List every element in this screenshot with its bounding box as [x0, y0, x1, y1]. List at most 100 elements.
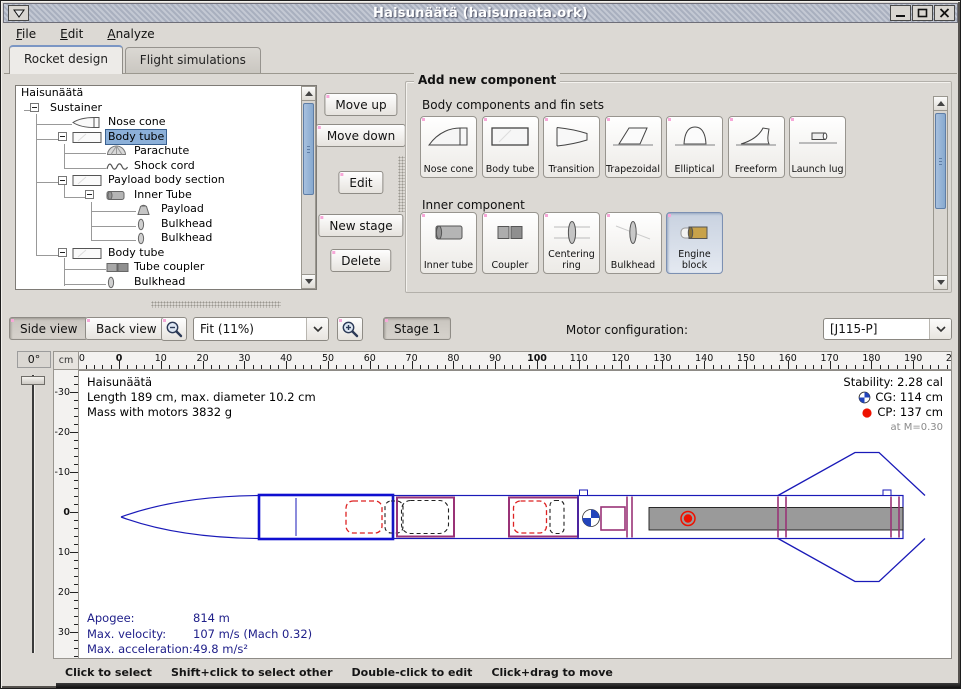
tree-item-label[interactable]: Inner Tube — [132, 188, 194, 203]
ruler-tick — [70, 392, 78, 393]
tree-item-label[interactable]: Bulkhead — [132, 275, 187, 290]
flight-summary: Apogee:814 mMax. velocity:107 m/s (Mach … — [87, 611, 312, 658]
tab-flight-simulations[interactable]: Flight simulations — [125, 47, 261, 74]
add-launch-lug-button[interactable]: Launch lug — [789, 116, 846, 178]
tree-scroll-down[interactable] — [302, 274, 315, 288]
tree-item-label[interactable]: Body tube — [106, 246, 166, 261]
zoom-level-select[interactable]: Fit (11%) — [193, 317, 329, 341]
parachute-2-outline — [514, 501, 547, 533]
edit-button[interactable]: Edit — [338, 171, 383, 194]
ruler-tick — [74, 528, 78, 529]
zoom-out-button[interactable] — [161, 317, 187, 341]
ruler-tick — [74, 440, 78, 441]
component-scroll-up[interactable] — [934, 97, 947, 111]
add-elliptical-button[interactable]: Elliptical — [666, 116, 723, 178]
tree-row[interactable]: Bulkhead — [16, 231, 300, 246]
new-stage-button[interactable]: New stage — [318, 214, 403, 237]
tree-item-label[interactable]: Payload — [159, 202, 206, 217]
tree-row[interactable]: Bulkhead — [16, 217, 300, 232]
tree-row[interactable]: Payload body section — [16, 173, 300, 188]
horizontal-splitter[interactable] — [151, 301, 281, 308]
tree-item-label[interactable]: Parachute — [132, 144, 191, 159]
back-view-button[interactable]: Back view — [85, 317, 168, 340]
add-engine-block-button[interactable]: Engine block — [666, 212, 723, 274]
tree-item-label[interactable]: Nose cone — [106, 115, 167, 130]
menu-file[interactable]: File — [4, 25, 48, 43]
motor-configuration-select[interactable]: [J115-P] — [823, 318, 952, 340]
rocket-view-canvas[interactable]: Haisunäätä Length 189 cm, max. diameter … — [79, 370, 952, 659]
tree-row[interactable]: Bulkhead — [16, 275, 300, 290]
ruler-label: 100 — [524, 353, 550, 364]
tree-row[interactable]: Inner Tube — [16, 188, 300, 203]
add-trapezoidal-button[interactable]: Trapezoidal — [605, 116, 662, 178]
ruler-label: 90 — [482, 353, 508, 364]
zoom-in-button[interactable] — [337, 317, 363, 341]
tree-scrollbar[interactable] — [301, 86, 316, 289]
move-up-button[interactable]: Move up — [324, 93, 397, 116]
tree-scrollbar-thumb[interactable] — [303, 103, 314, 195]
tree-row[interactable]: Tube coupler — [16, 260, 300, 275]
tree-row[interactable]: Sustainer — [16, 101, 300, 116]
move-down-button[interactable]: Move down — [316, 124, 406, 147]
rotation-slider-track[interactable] — [32, 375, 34, 653]
add-coupler-button[interactable]: Coupler — [482, 212, 539, 274]
tree-expander-icon[interactable] — [58, 132, 67, 141]
vertical-splitter[interactable] — [398, 156, 405, 212]
tree-expander-icon[interactable] — [85, 190, 94, 199]
delete-button[interactable]: Delete — [330, 249, 391, 272]
ruler-tick — [504, 365, 505, 369]
ruler-tick — [487, 365, 488, 369]
tree-expander-icon[interactable] — [30, 103, 39, 112]
menu-edit[interactable]: Edit — [48, 25, 95, 43]
tree-item-label[interactable]: Haisunäätä — [19, 86, 85, 101]
tree-expander-icon[interactable] — [58, 248, 67, 257]
titlebar[interactable]: Haisunäätä (haisunaata.ork) — [3, 3, 958, 23]
tree-item-label[interactable]: Sustainer — [48, 101, 104, 116]
add-inner-tube-button[interactable]: Inner tube — [420, 212, 477, 274]
ruler-tick — [178, 365, 179, 369]
close-button[interactable] — [934, 5, 955, 21]
ruler-tick — [144, 365, 145, 369]
tree-connector — [64, 258, 65, 286]
component-scrollbar[interactable] — [933, 96, 948, 290]
tree-connector — [91, 226, 136, 227]
add-freeform-button[interactable]: Freeform — [728, 116, 785, 178]
tree-expander-icon[interactable] — [58, 176, 67, 185]
tree-row[interactable]: Body tube — [16, 130, 300, 145]
tree-item-label[interactable]: Body tube — [106, 130, 166, 145]
add-centering-ring-button[interactable]: Centering ring — [543, 212, 600, 274]
ruler-tick — [74, 504, 78, 505]
add-nose-cone-button[interactable]: Nose cone — [420, 116, 477, 178]
component-scrollbar-thumb[interactable] — [935, 113, 946, 209]
menu-analyze[interactable]: Analyze — [95, 25, 166, 43]
maximize-button[interactable] — [912, 5, 933, 21]
tree-row[interactable]: Haisunäätä — [16, 86, 300, 101]
status-hint: Click to select — [65, 666, 152, 679]
component-scroll-down[interactable] — [934, 275, 947, 289]
tree-item-label[interactable]: Tube coupler — [132, 260, 206, 275]
tree-row[interactable]: Body tube — [16, 246, 300, 261]
tree-item-label[interactable]: Payload body section — [106, 173, 227, 188]
tree-row[interactable]: Payload — [16, 202, 300, 217]
application-window: Haisunäätä (haisunaata.ork) FileEditAnal… — [0, 0, 961, 689]
tree-item-label[interactable]: Shock cord — [132, 159, 197, 174]
tab-rocket-design[interactable]: Rocket design — [9, 45, 123, 74]
ruler-tick — [70, 592, 78, 593]
ruler-tick — [445, 365, 446, 369]
tree-item-label[interactable]: Bulkhead — [159, 217, 214, 232]
rotation-slider-handle[interactable] — [21, 376, 45, 385]
tree-row[interactable]: Parachute — [16, 144, 300, 159]
stage-1-toggle[interactable]: Stage 1 — [383, 317, 451, 340]
add-transition-button[interactable]: Transition — [543, 116, 600, 178]
maximize-icon — [917, 8, 928, 18]
add-bulkhead-button[interactable]: Bulkhead — [605, 212, 662, 274]
side-view-button[interactable]: Side view — [9, 317, 88, 340]
tree-connector — [64, 284, 106, 285]
cg-marker-quadrant — [583, 518, 592, 527]
tree-item-label[interactable]: Bulkhead — [159, 231, 214, 246]
minimize-button[interactable] — [890, 5, 911, 21]
add-body-tube-button[interactable]: Body tube — [482, 116, 539, 178]
tree-scroll-up[interactable] — [302, 87, 315, 101]
tree-row[interactable]: Shock cord — [16, 159, 300, 174]
tree-row[interactable]: Nose cone — [16, 115, 300, 130]
